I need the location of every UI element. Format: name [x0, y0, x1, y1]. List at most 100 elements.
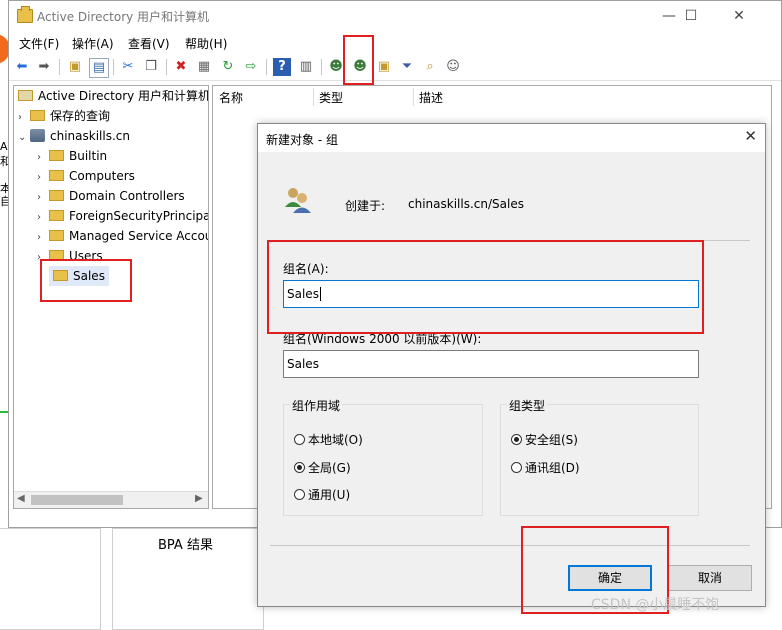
- maximize-button[interactable]: ☐: [671, 3, 711, 29]
- find-icon[interactable]: ⌕: [421, 58, 439, 76]
- chevron-right-icon[interactable]: ›: [37, 188, 49, 208]
- menu-help[interactable]: 帮助(H): [185, 35, 227, 52]
- export-list-icon[interactable]: ⇨: [242, 58, 260, 76]
- highlight-new-group-tool: [343, 35, 374, 85]
- tree-item-domain-controllers[interactable]: › Domain Controllers: [37, 186, 185, 206]
- tree-item-managed-service-accounts[interactable]: › Managed Service Accounts: [37, 226, 208, 248]
- tree-item-domain[interactable]: ⌄ chinaskills.cn: [18, 126, 130, 146]
- toolbar-separator: [266, 59, 267, 75]
- dialog-title-bar: 新建对象 - 组 ✕: [258, 124, 765, 152]
- bpa-results-panel: BPA 结果: [112, 528, 264, 630]
- column-separator[interactable]: [313, 88, 314, 106]
- radio-icon: [294, 434, 305, 445]
- radio-label: 全局(G): [308, 461, 351, 475]
- folder-icon: [30, 110, 45, 121]
- scope-universal-radio[interactable]: 通用(U): [294, 486, 350, 503]
- radio-selected-icon: [294, 462, 305, 473]
- watermark: CSDN @小晨睡不饱: [591, 597, 720, 613]
- background-panel: [0, 528, 101, 630]
- copy-icon[interactable]: ❐: [142, 58, 160, 76]
- menu-view[interactable]: 查看(V): [128, 35, 170, 52]
- folder-icon: [49, 150, 64, 161]
- refresh-icon[interactable]: ↻: [219, 58, 237, 76]
- pre2000-name-input[interactable]: Sales: [283, 350, 699, 378]
- create-in-value: chinaskills.cn/Sales: [408, 197, 524, 211]
- chevron-down-icon[interactable]: ⌄: [18, 128, 30, 148]
- radio-label: 通用(U): [308, 488, 351, 502]
- column-header-description[interactable]: 描述: [419, 89, 443, 106]
- column-separator[interactable]: [413, 88, 414, 106]
- column-header-name[interactable]: 名称: [219, 89, 243, 106]
- tree-item-label: Builtin: [69, 149, 108, 163]
- radio-label: 安全组(S): [525, 433, 578, 447]
- type-security-radio[interactable]: 安全组(S): [511, 431, 578, 448]
- group-icon: [285, 188, 311, 213]
- dialog-title: 新建对象 - 组: [266, 133, 338, 147]
- tree-item-label: Domain Controllers: [69, 189, 185, 203]
- scroll-right-icon[interactable]: ▶: [195, 493, 203, 504]
- chevron-right-icon[interactable]: ›: [37, 148, 49, 168]
- show-hide-tree-icon[interactable]: ▤: [89, 58, 109, 78]
- group-scope-box: 组作用域 本地域(O) 全局(G) 通用(U): [283, 397, 483, 516]
- help-icon[interactable]: ?: [273, 58, 291, 76]
- tree-item-label: chinaskills.cn: [50, 129, 130, 143]
- tree-item-label: Managed Service Accounts: [69, 229, 208, 243]
- scrollbar-thumb[interactable]: [31, 495, 123, 505]
- bpa-results-label: BPA 结果: [158, 538, 213, 553]
- chevron-right-icon[interactable]: ›: [18, 108, 30, 128]
- toolbar-separator: [113, 59, 114, 75]
- forward-arrow-icon[interactable]: ➡: [35, 58, 53, 76]
- up-folder-icon[interactable]: ▣: [66, 58, 84, 76]
- tree-item-foreign-security-principals[interactable]: › ForeignSecurityPrincipals: [37, 206, 208, 228]
- console-icon[interactable]: ▥: [297, 58, 315, 76]
- type-distribution-radio[interactable]: 通讯组(D): [511, 459, 580, 476]
- scope-domain-local-radio[interactable]: 本地域(O): [294, 431, 363, 448]
- group-scope-title: 组作用域: [290, 397, 343, 414]
- scope-global-radio[interactable]: 全局(G): [294, 459, 351, 476]
- menu-file[interactable]: 文件(F): [19, 35, 59, 52]
- menu-bar: 文件(F) 操作(A) 查看(V) 帮助(H): [9, 31, 781, 53]
- column-header-type[interactable]: 类型: [319, 89, 343, 106]
- toolbar: ⬅ ➡ ▣ ▤ ✂ ❐ ✖ ▦ ↻ ⇨ ? ▥ ☻ ☻ ▣ ⏷ ⌕ ☺: [9, 54, 781, 81]
- tree-horizontal-scrollbar[interactable]: ◀ ▶: [14, 491, 208, 508]
- chevron-right-icon[interactable]: ›: [37, 228, 49, 248]
- radio-label: 通讯组(D): [525, 461, 580, 475]
- pre2000-name-value: Sales: [287, 357, 319, 371]
- folder-icon: [49, 210, 64, 221]
- window-title: Active Directory 用户和计算机: [37, 10, 210, 24]
- menu-action[interactable]: 操作(A): [72, 35, 114, 52]
- tree-item-label: 保存的查询: [50, 109, 111, 123]
- folder-icon: [49, 190, 64, 201]
- filter-icon[interactable]: ⏷: [398, 58, 416, 76]
- cancel-button[interactable]: 取消: [668, 565, 752, 591]
- properties-icon[interactable]: ▦: [195, 58, 213, 76]
- tree-root[interactable]: Active Directory 用户和计算机: [18, 86, 208, 106]
- cut-icon[interactable]: ✂: [119, 58, 137, 76]
- radio-icon: [511, 462, 522, 473]
- tree-item-builtin[interactable]: › Builtin: [37, 146, 107, 166]
- title-bar: Active Directory 用户和计算机 — ☐ ✕: [9, 1, 781, 31]
- tree-item-label: Computers: [69, 169, 135, 183]
- new-group-dialog: 新建对象 - 组 ✕ 创建于: chinaskills.cn/Sales 组名(…: [257, 123, 766, 607]
- domain-icon: [30, 129, 45, 142]
- close-button[interactable]: ✕: [719, 3, 759, 29]
- add-to-group-icon[interactable]: ☺: [444, 58, 462, 76]
- new-ou-icon[interactable]: ▣: [375, 58, 393, 76]
- radio-icon: [294, 489, 305, 500]
- folder-icon: [49, 170, 64, 181]
- toolbar-separator: [166, 59, 167, 75]
- highlight-group-name: [267, 240, 704, 334]
- group-type-box: 组类型 安全组(S) 通讯组(D): [500, 397, 699, 516]
- delete-icon[interactable]: ✖: [172, 58, 190, 76]
- highlight-sales-ou: [40, 259, 132, 302]
- scroll-left-icon[interactable]: ◀: [17, 493, 25, 504]
- dialog-close-button[interactable]: ✕: [744, 127, 757, 145]
- back-arrow-icon[interactable]: ⬅: [13, 58, 31, 76]
- aduc-root-icon: [18, 90, 33, 101]
- aduc-app-icon: [17, 6, 33, 23]
- tree-item-saved-queries[interactable]: › 保存的查询: [18, 106, 110, 126]
- chevron-right-icon[interactable]: ›: [37, 168, 49, 188]
- tree-item-computers[interactable]: › Computers: [37, 166, 135, 186]
- radio-selected-icon: [511, 434, 522, 445]
- chevron-right-icon[interactable]: ›: [37, 208, 49, 228]
